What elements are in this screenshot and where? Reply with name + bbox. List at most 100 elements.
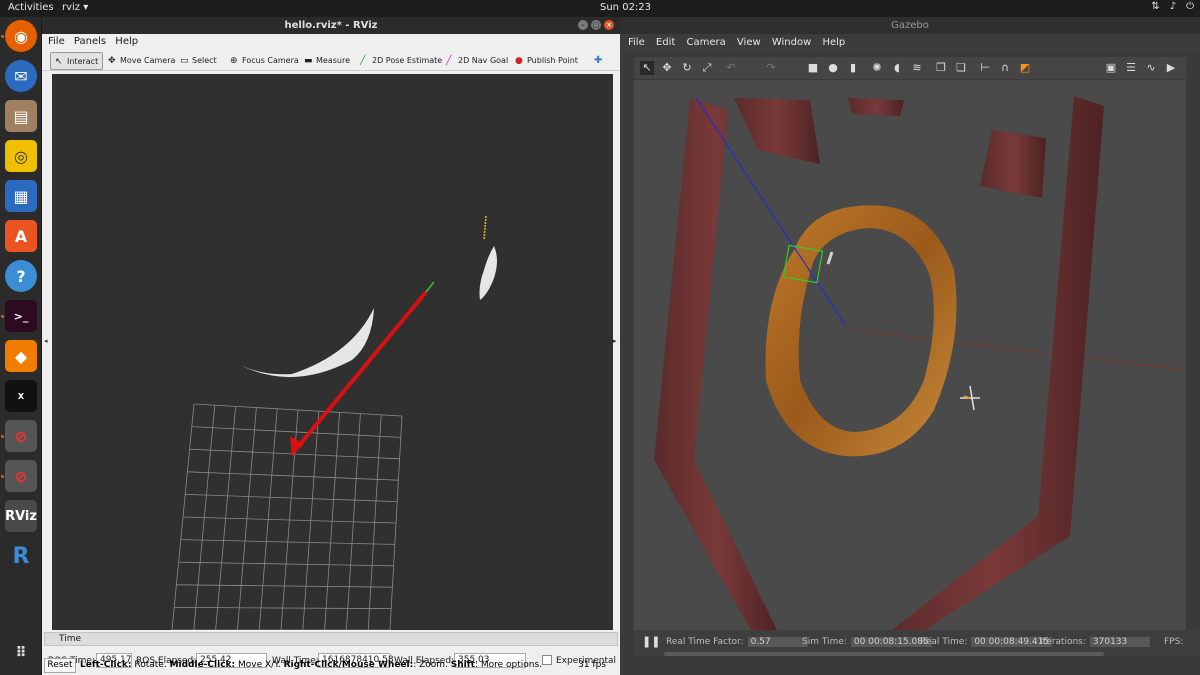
gazebo-title-bar[interactable]: Gazebo	[620, 17, 1200, 34]
scale-icon[interactable]: ⤢	[700, 61, 714, 75]
gazebo-scene	[654, 96, 1186, 630]
sphere-icon[interactable]: ●	[826, 61, 840, 75]
tool-interact[interactable]: ↖ Interact	[50, 52, 104, 70]
clock[interactable]: Sun 02:23	[600, 2, 651, 13]
help-icon[interactable]: ?	[5, 260, 37, 292]
tool-measure[interactable]: ▬ Measure	[300, 52, 354, 70]
tool-move-camera[interactable]: ✥ Move Camera	[104, 52, 179, 70]
paste-icon[interactable]: ❏	[954, 61, 968, 75]
maximize-button[interactable]: □	[591, 20, 601, 30]
window-controls: – □ ×	[578, 20, 614, 30]
xterm-icon[interactable]: X	[5, 380, 37, 412]
gz-menu-camera[interactable]: Camera	[678, 34, 725, 48]
minimize-button[interactable]: –	[578, 20, 588, 30]
add-icon: ✚	[594, 55, 603, 66]
plot-icon[interactable]: ∿	[1144, 61, 1158, 75]
log-icon[interactable]: ☰	[1124, 61, 1138, 75]
real-time-factor: Real Time Factor: 0.57	[666, 637, 808, 647]
hint-move: Move X/Y.	[235, 660, 284, 670]
hint-right-click: Right-Click/Mouse Wheel:	[283, 660, 414, 670]
time-panel-title: Time	[59, 634, 82, 644]
copy-icon[interactable]: ❐	[934, 61, 948, 75]
right-dock-handle[interactable]: ▸	[613, 337, 619, 347]
snap-icon[interactable]: ∩	[998, 61, 1012, 75]
gz-menu-file[interactable]: File	[620, 34, 645, 48]
tool-label: Select	[192, 56, 217, 65]
gz-menu-window[interactable]: Window	[764, 34, 811, 48]
menu-panels[interactable]: Panels	[68, 34, 106, 47]
firefox-icon[interactable]: ◉	[5, 20, 37, 52]
rviz-window-title: hello.rviz* - RViz	[284, 20, 378, 31]
reset-button[interactable]: Reset	[44, 658, 76, 673]
app-menu[interactable]: rviz ▾	[62, 2, 88, 13]
thunderbird-icon[interactable]: ✉	[5, 60, 37, 92]
iterations-value: 370133	[1089, 637, 1150, 647]
close-button[interactable]: ×	[604, 20, 614, 30]
gazebo-window-title: Gazebo	[891, 20, 929, 31]
screenshot-icon[interactable]: ▣	[1104, 61, 1118, 75]
system-tray[interactable]: ⇅ ♪ ⏻	[1151, 1, 1194, 12]
gz-menu-help[interactable]: Help	[814, 34, 845, 48]
gazebo-icon[interactable]: ⊘	[5, 460, 37, 492]
mouse-hint: Left-Click: Rotate. Middle-Click: Move X…	[80, 660, 542, 670]
rviz-title-bar[interactable]: hello.rviz* - RViz – □ ×	[42, 17, 620, 34]
tool-2d-nav-goal[interactable]: ╱ 2D Nav Goal	[442, 52, 512, 70]
rviz-icon[interactable]: RViz	[5, 500, 37, 532]
iterations-label: Iterations:	[1040, 637, 1086, 647]
gz-fps-label: FPS:	[1164, 637, 1184, 647]
add-tool-button[interactable]: ✚	[590, 52, 606, 70]
rviz-fps: 31 fps	[578, 660, 606, 670]
align-icon[interactable]: ⊢	[978, 61, 992, 75]
robot-sensor	[826, 251, 834, 265]
video-record-icon[interactable]: ▶	[1164, 61, 1178, 75]
select-mode-icon[interactable]: ↖	[640, 61, 654, 75]
gazebo-3d-view[interactable]	[634, 80, 1186, 630]
cylinder-icon[interactable]: ▮	[846, 61, 860, 75]
volume-icon: ♪	[1169, 1, 1177, 12]
software-center-icon[interactable]: A	[5, 220, 37, 252]
undo-icon[interactable]: ↶	[724, 61, 738, 75]
rhythmbox-icon[interactable]: ◎	[5, 140, 37, 172]
box-icon[interactable]: ■	[806, 61, 820, 75]
tool-2d-pose-estimate[interactable]: ╱ 2D Pose Estimate	[356, 52, 446, 70]
hint-more: : More options.	[474, 660, 543, 670]
gazebo-scrollbar[interactable]	[664, 652, 1104, 656]
files-icon[interactable]: ▤	[5, 100, 37, 132]
tool-label: 2D Nav Goal	[458, 56, 509, 65]
change-view-icon[interactable]: ◩	[1018, 61, 1032, 75]
writer-icon[interactable]: ▦	[5, 180, 37, 212]
gazebo-icon[interactable]: ⊘	[5, 420, 37, 452]
terminal-icon[interactable]: >_	[5, 300, 37, 332]
tool-publish-point[interactable]: ● Publish Point	[511, 52, 582, 70]
origin-marker	[960, 385, 980, 411]
left-dock-handle[interactable]: ◂	[44, 337, 50, 347]
menu-help[interactable]: Help	[109, 34, 138, 47]
point-light-icon[interactable]: ✺	[870, 61, 884, 75]
wall-top-block	[734, 98, 820, 164]
menu-file[interactable]: File	[42, 34, 65, 47]
gz-axis-red	[853, 329, 1186, 371]
rotate-icon[interactable]: ↻	[680, 61, 694, 75]
hint-rotate: Rotate.	[131, 660, 170, 670]
pause-icon[interactable]: ❚❚	[642, 635, 660, 648]
running-indicator	[1, 315, 4, 318]
spot-light-icon[interactable]: ◖	[890, 61, 904, 75]
time-panel-header[interactable]: Time	[44, 632, 618, 646]
redo-icon[interactable]: ↷	[764, 61, 778, 75]
gz-menu-edit[interactable]: Edit	[648, 34, 675, 48]
directional-light-icon[interactable]: ≋	[910, 61, 924, 75]
tool-select[interactable]: ▭ Select	[176, 52, 221, 70]
r-icon[interactable]: R	[5, 540, 37, 572]
sim-time: Sim Time: 00 00:08:15.085	[802, 637, 932, 647]
rviz-3d-view[interactable]	[52, 74, 613, 630]
laser-scan-left	[238, 308, 374, 378]
translate-icon[interactable]: ✥	[660, 61, 674, 75]
hint-middle-click: Middle-Click:	[169, 660, 236, 670]
rviz-scene	[171, 215, 497, 630]
activities-button[interactable]: Activities	[8, 2, 54, 13]
gz-menu-view[interactable]: View	[729, 34, 761, 48]
layers-icon[interactable]: ◆	[5, 340, 37, 372]
show-apps-icon[interactable]: ⠿	[5, 637, 37, 669]
grid	[171, 403, 403, 630]
tool-focus-camera[interactable]: ⊕ Focus Camera	[226, 52, 303, 70]
